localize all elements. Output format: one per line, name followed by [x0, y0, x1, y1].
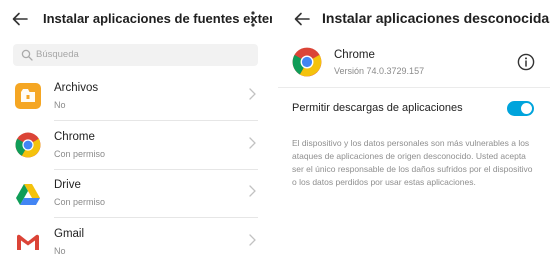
list-item-gmail[interactable]: Gmail No	[0, 221, 272, 265]
list-item-drive[interactable]: Drive Con permiso	[0, 172, 272, 220]
allow-downloads-toggle[interactable]	[507, 101, 534, 116]
list-item-archivos[interactable]: Archivos No	[0, 75, 272, 123]
gmail-icon	[17, 234, 39, 250]
divider	[278, 87, 550, 88]
divider	[54, 217, 258, 218]
chrome-icon	[292, 47, 322, 77]
left-app-bar: Instalar aplicaciones de fuentes externa…	[0, 0, 272, 38]
drive-icon	[16, 184, 40, 205]
chevron-right-icon	[249, 137, 256, 149]
chevron-right-icon	[249, 234, 256, 246]
app-status: Con permiso	[54, 197, 106, 207]
app-name: Chrome	[54, 131, 95, 143]
app-status: No	[54, 100, 66, 110]
search-icon	[21, 49, 33, 61]
right-panel: Instalar aplicaciones desconocidas Chrom…	[278, 0, 550, 265]
app-version: Versión 74.0.3729.157	[334, 66, 425, 76]
app-name: Archivos	[54, 82, 99, 94]
chrome-icon	[15, 132, 41, 158]
page-title: Instalar aplicaciones de fuentes externa…	[43, 11, 272, 26]
search-placeholder: Búsqueda	[36, 49, 79, 60]
security-notice: El dispositivo y los datos personales so…	[292, 138, 533, 187]
chevron-right-icon	[249, 185, 256, 197]
back-arrow-icon[interactable]	[11, 10, 29, 28]
search-input[interactable]: Búsqueda	[13, 44, 258, 66]
app-name: Gmail	[54, 228, 85, 240]
allow-downloads-label: Permitir descargas de aplicaciones	[292, 102, 463, 114]
files-icon	[15, 83, 41, 109]
app-header: Chrome Versión 74.0.3729.157	[278, 38, 550, 88]
page-title: Instalar aplicaciones desconocidas	[322, 10, 550, 26]
app-status: No	[54, 246, 66, 256]
divider	[54, 169, 258, 170]
divider	[54, 120, 258, 121]
info-icon[interactable]	[517, 53, 535, 71]
right-app-bar: Instalar aplicaciones desconocidas	[278, 0, 550, 38]
left-panel: Instalar aplicaciones de fuentes externa…	[0, 0, 272, 265]
allow-downloads-setting[interactable]: Permitir descargas de aplicaciones	[278, 93, 550, 123]
list-item-chrome[interactable]: Chrome Con permiso	[0, 124, 272, 172]
toggle-knob	[521, 103, 532, 114]
app-name: Drive	[54, 179, 81, 191]
app-name: Chrome	[334, 49, 375, 61]
back-arrow-icon[interactable]	[293, 10, 311, 28]
app-status: Con permiso	[54, 149, 106, 159]
chevron-right-icon	[249, 88, 256, 100]
more-options-icon[interactable]	[246, 10, 260, 28]
